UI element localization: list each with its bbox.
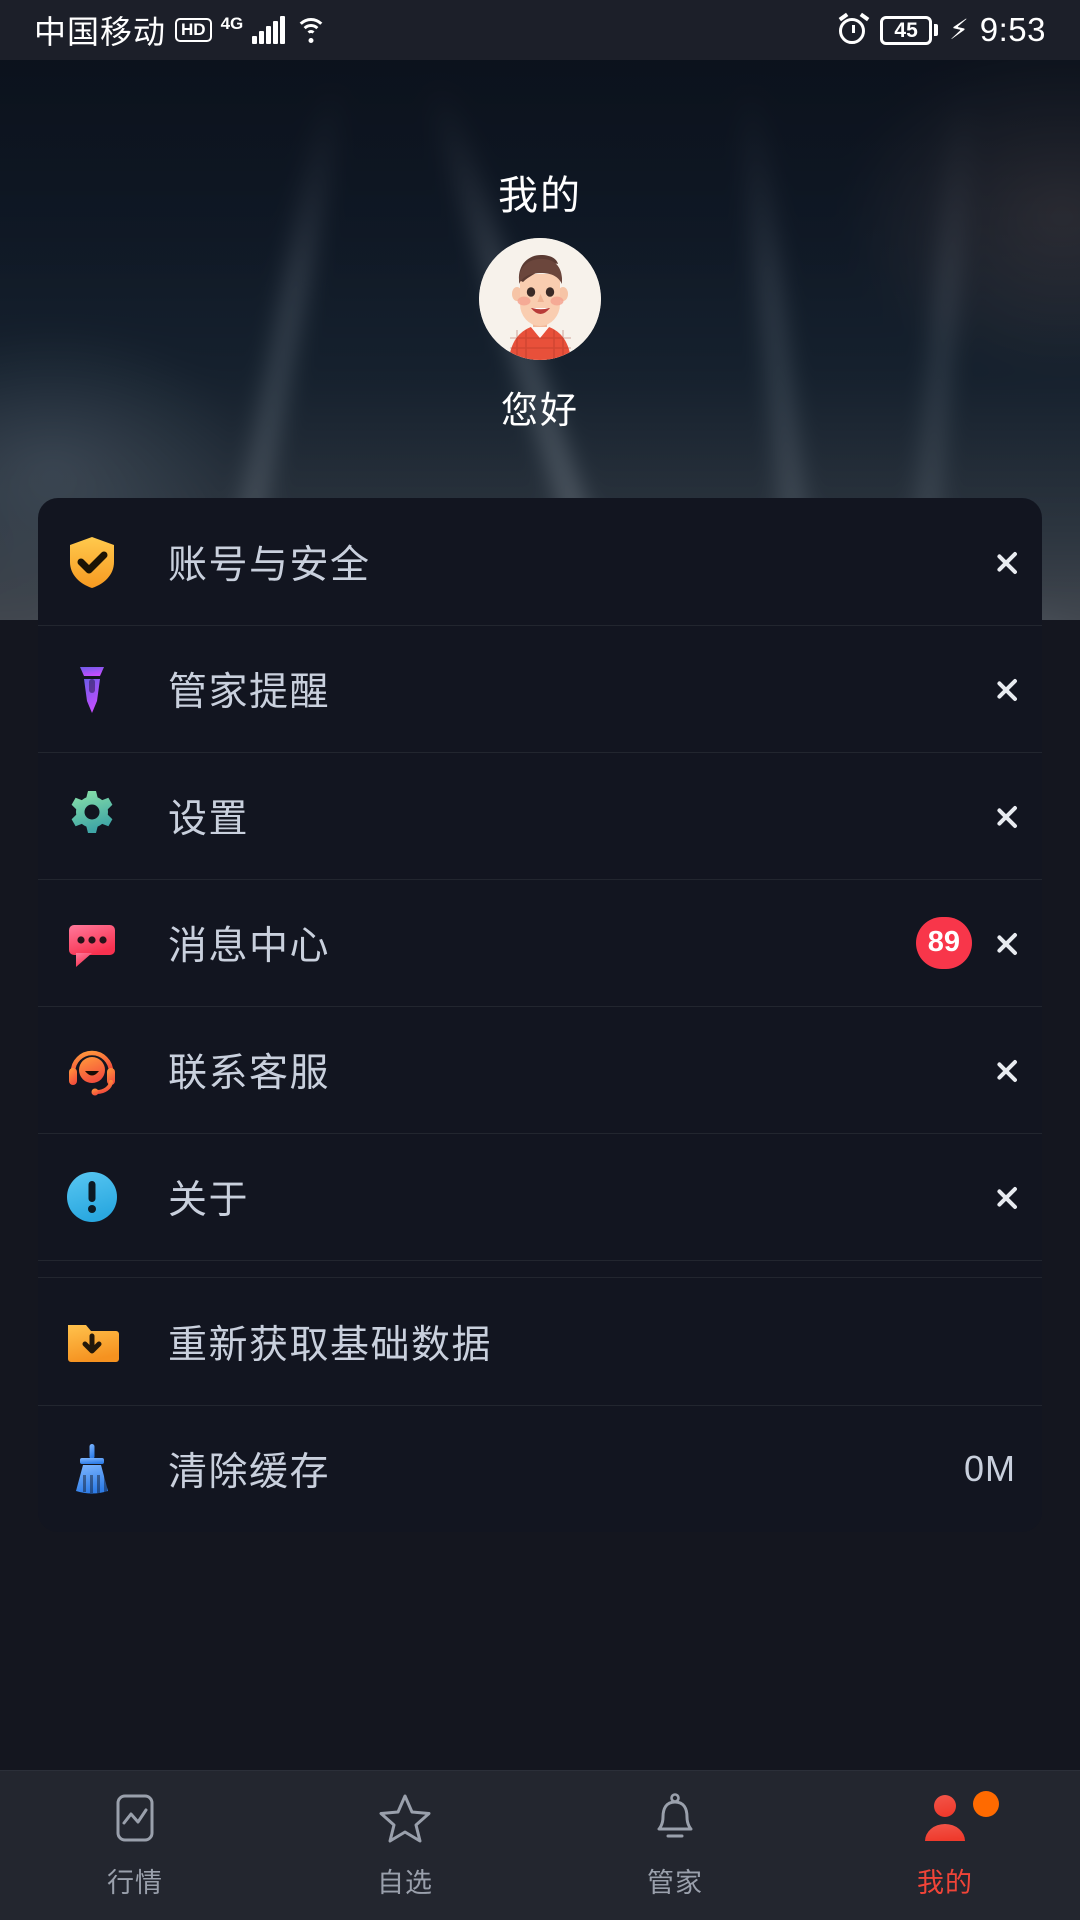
tab-butler[interactable]: 管家	[540, 1771, 810, 1920]
signal-bars-icon	[252, 16, 285, 44]
hd-badge: HD	[175, 18, 212, 42]
battery-level-label: 45	[894, 18, 918, 42]
chevron-right-icon	[996, 1052, 1016, 1088]
user-avatar-icon	[479, 238, 601, 360]
menu-item-label: 关于	[168, 1178, 250, 1222]
gear-icon	[64, 788, 120, 844]
battery-icon: 45	[880, 15, 939, 45]
lightning-bolt-icon: ⚡	[949, 14, 969, 45]
person-icon	[918, 1791, 972, 1845]
bell-icon	[648, 1791, 702, 1845]
tab-label: 行情	[107, 1868, 163, 1898]
chevron-right-icon	[996, 671, 1016, 707]
status-bar: 中国移动 HD 4G 45 ⚡ 9:53	[0, 0, 1080, 60]
menu-item-label: 消息中心	[168, 924, 331, 968]
tab-watchlist[interactable]: 自选	[270, 1771, 540, 1920]
menu-item-about[interactable]: 关于	[38, 1133, 1042, 1260]
headset-icon	[64, 1042, 120, 1098]
menu-item-account-security[interactable]: 账号与安全	[38, 498, 1042, 625]
menu-item-clear-cache[interactable]: 清除缓存 0M	[38, 1405, 1042, 1532]
menu-item-right	[996, 544, 1016, 580]
menu-item-label: 账号与安全	[168, 543, 371, 587]
network-type-label: 4G	[220, 14, 244, 33]
necktie-icon	[64, 661, 120, 717]
chevron-right-icon	[996, 798, 1016, 834]
menu-item-right	[996, 1179, 1016, 1215]
menu-group-separator	[38, 1260, 1042, 1278]
star-icon	[378, 1791, 432, 1845]
cache-size-value: 0M	[963, 1447, 1016, 1489]
menu-item-contact-support[interactable]: 联系客服	[38, 1006, 1042, 1133]
tab-notification-dot	[973, 1791, 999, 1817]
folder-download-icon	[64, 1314, 120, 1370]
alarm-clock-icon	[838, 12, 870, 45]
tab-label: 自选	[377, 1868, 433, 1898]
tab-label: 管家	[647, 1868, 703, 1898]
menu-item-label: 重新获取基础数据	[168, 1323, 493, 1367]
avatar[interactable]	[479, 238, 601, 360]
greeting-label: 您好	[501, 390, 579, 431]
menu-item-right	[996, 671, 1016, 707]
settings-menu-card: 账号与安全 管家提醒 设置 消息中心 89 联系客服 关于 重新获取基础数据 清…	[38, 498, 1042, 1532]
menu-item-right	[996, 1052, 1016, 1088]
info-circle-icon	[64, 1169, 120, 1225]
chevron-right-icon	[996, 544, 1016, 580]
market-chart-icon	[108, 1791, 162, 1845]
tab-label: 我的	[917, 1868, 973, 1898]
shield-check-icon	[64, 534, 120, 590]
menu-item-message-center[interactable]: 消息中心 89	[38, 879, 1042, 1006]
broom-icon	[64, 1441, 120, 1497]
menu-item-right: 89	[915, 916, 1016, 969]
page-title: 我的	[498, 174, 582, 218]
menu-item-label: 清除缓存	[168, 1450, 331, 1494]
tab-mine[interactable]: 我的	[810, 1771, 1080, 1920]
menu-item-refetch-base-data[interactable]: 重新获取基础数据	[38, 1278, 1042, 1405]
message-bubble-icon	[64, 915, 120, 971]
menu-item-label: 管家提醒	[168, 670, 331, 714]
status-bar-right: 45 ⚡ 9:53	[838, 11, 1046, 49]
menu-item-label: 联系客服	[168, 1051, 331, 1095]
menu-item-right	[996, 798, 1016, 834]
clock-label: 9:53	[979, 11, 1046, 48]
menu-item-settings[interactable]: 设置	[38, 752, 1042, 879]
status-bar-left: 中国移动 HD 4G	[34, 7, 328, 53]
menu-item-butler-reminder[interactable]: 管家提醒	[38, 625, 1042, 752]
chevron-right-icon	[996, 925, 1016, 961]
menu-item-right: 0M	[964, 1448, 1016, 1490]
status-badge: 89	[915, 916, 972, 969]
wifi-icon	[294, 16, 328, 44]
tab-market[interactable]: 行情	[0, 1771, 270, 1920]
bottom-tab-bar: 行情 自选 管家 我的	[0, 1770, 1080, 1920]
carrier-label: 中国移动	[34, 14, 167, 50]
menu-item-label: 设置	[168, 797, 250, 841]
chevron-right-icon	[996, 1179, 1016, 1215]
